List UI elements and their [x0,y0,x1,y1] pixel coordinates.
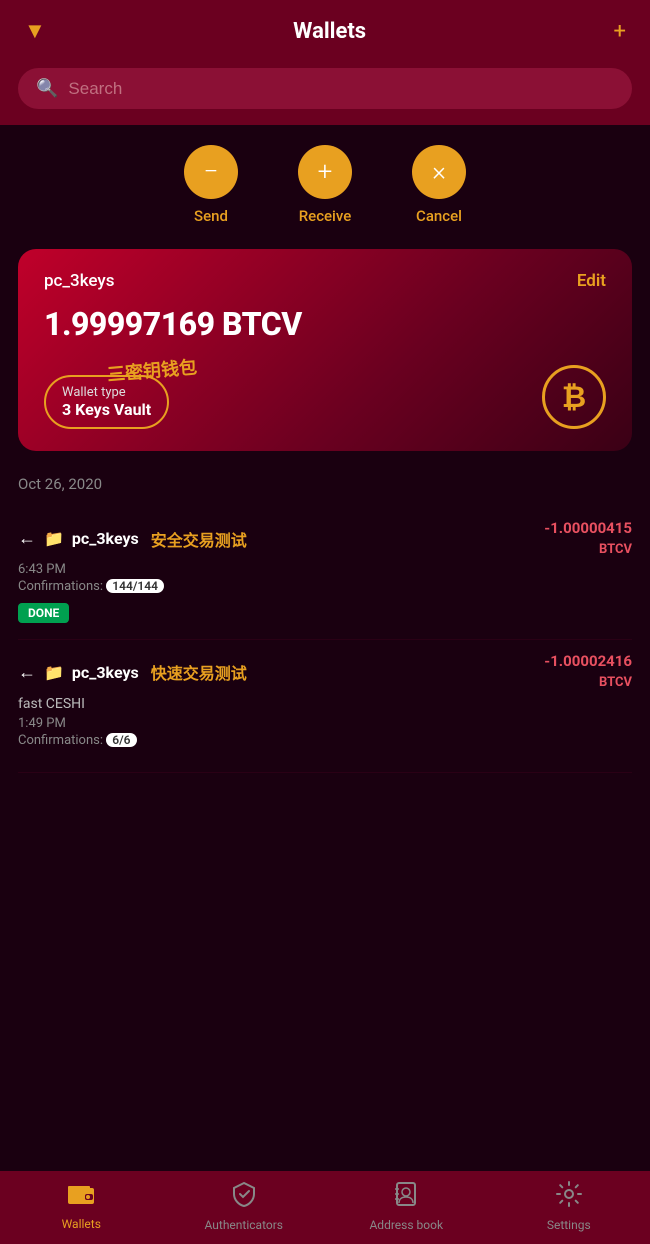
sidebar-item-wallets[interactable]: Wallets [41,1182,121,1231]
tx-amount-1: -1.00000415 BTCV [544,519,632,558]
tx-confirmations-value-1: 144/144 [106,579,164,593]
send-button[interactable]: − Send [184,145,238,225]
tx-annotation-1: 安全交易测试 [151,527,247,551]
tx-direction-arrow: ← [18,528,36,549]
page-title: Wallets [293,19,366,44]
search-icon: 🔍 [36,78,58,99]
filter-icon[interactable]: ▼ [24,18,46,44]
tx-wallet-icon: 📁 [44,529,64,548]
search-input[interactable] [68,79,614,99]
wallet-type-annotation: 三密钥钱包 [106,353,198,387]
wallets-nav-label: Wallets [62,1217,101,1231]
tx-confirmations-2: Confirmations: 6/6 [18,733,632,748]
sidebar-item-address-book[interactable]: Address book [366,1181,446,1232]
address-book-icon [393,1181,419,1213]
wallet-type-value: 3 Keys Vault [62,400,151,419]
tx-confirmations-1: Confirmations: 144/144 [18,579,632,594]
list-item[interactable]: ← 📁 pc_3keys 快速交易测试 -1.00002416 BTCV fas… [18,640,632,772]
add-icon[interactable]: + [614,19,626,44]
tx-date: Oct 26, 2020 [18,475,632,493]
tx-wallet-name-2: pc_3keys [72,663,139,682]
cancel-label: Cancel [416,207,462,225]
settings-nav-label: Settings [547,1218,591,1232]
wallet-type-badge: Wallet type 3 Keys Vault 三密钥钱包 [44,375,169,429]
tx-confirmations-value-2: 6/6 [106,733,136,747]
list-item[interactable]: ← 📁 pc_3keys 安全交易测试 -1.00000415 BTCV 6:4… [18,507,632,640]
wallet-name: pc_3keys [44,271,114,291]
action-buttons: − Send + Receive × Cancel [0,125,650,235]
send-icon: − [184,145,238,199]
btc-symbol: ₿ [562,380,586,415]
tx-amount-2: -1.00002416 BTCV [544,652,632,691]
wallets-icon [67,1182,95,1212]
bottom-nav: Wallets Authenticators Address book [0,1171,650,1244]
tx-wallet-name: pc_3keys [72,529,139,548]
receive-icon: + [298,145,352,199]
wallet-balance: 1.99997169 BTCV [44,305,606,343]
wallet-card[interactable]: pc_3keys Edit 1.99997169 BTCV Wallet typ… [18,249,632,451]
tx-status-badge-1: DONE [18,603,69,623]
header: ▼ Wallets + [0,0,650,58]
wallet-edit-button[interactable]: Edit [577,271,606,291]
authenticators-icon [231,1181,257,1213]
search-bar: 🔍 [0,58,650,125]
settings-icon [556,1181,582,1213]
sidebar-item-settings[interactable]: Settings [529,1181,609,1232]
authenticators-nav-label: Authenticators [205,1218,283,1232]
tx-direction-arrow: ← [18,662,36,683]
sidebar-item-authenticators[interactable]: Authenticators [204,1181,284,1232]
tx-time-1: 6:43 PM [18,562,632,577]
cancel-icon: × [412,145,466,199]
tx-sublabel-2: fast CESHI [18,696,85,712]
tx-time-2: 1:49 PM [18,716,632,731]
tx-annotation-2: 快速交易测试 [151,660,247,684]
wallet-card-wrap: pc_3keys Edit 1.99997169 BTCV Wallet typ… [0,235,650,461]
receive-button[interactable]: + Receive [298,145,352,225]
wallet-type-label: Wallet type [62,385,151,400]
btc-icon: ₿ [542,365,606,429]
transaction-section: Oct 26, 2020 ← 📁 pc_3keys 安全交易测试 -1.0000… [0,461,650,773]
cancel-button[interactable]: × Cancel [412,145,466,225]
tx-wallet-icon: 📁 [44,663,64,682]
address-book-nav-label: Address book [369,1218,443,1232]
receive-label: Receive [299,207,352,225]
send-label: Send [194,207,228,225]
